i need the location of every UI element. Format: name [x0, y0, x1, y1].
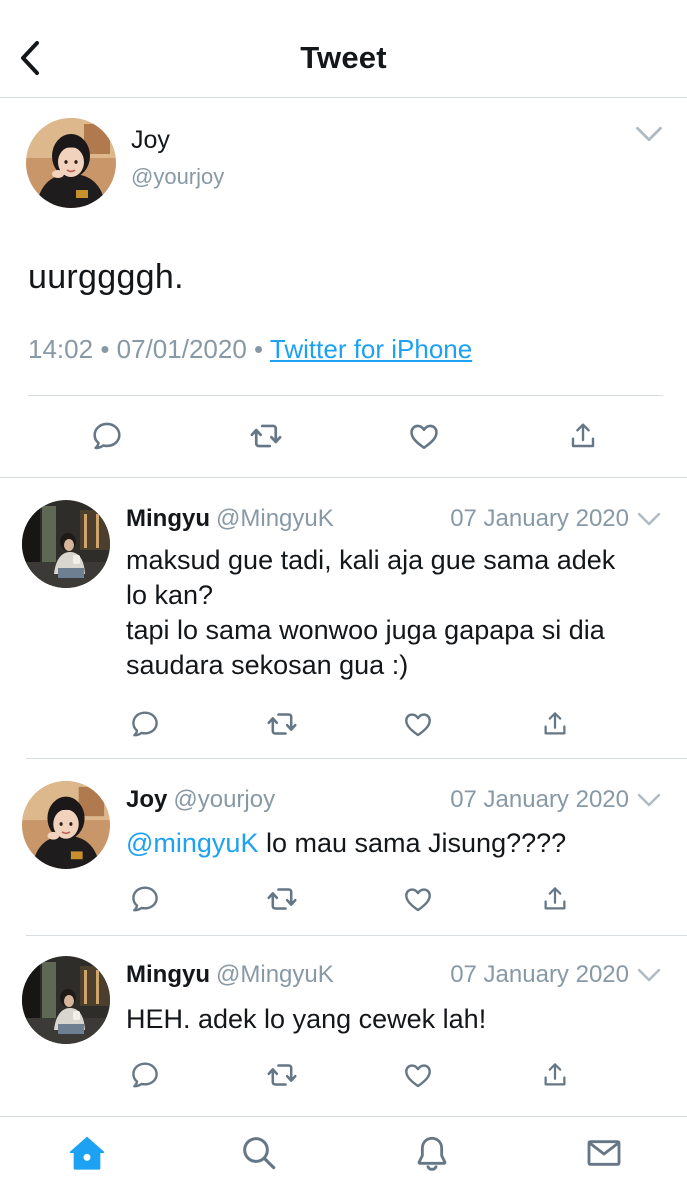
chevron-down-icon[interactable]	[636, 790, 662, 810]
top-bar: Tweet	[0, 0, 687, 98]
author-handle: @yourjoy	[131, 164, 225, 189]
author-handle: @yourjoy	[173, 786, 276, 813]
avatar[interactable]	[26, 118, 116, 208]
retweet-button[interactable]	[246, 416, 286, 456]
reply-header: Mingyu @MingyuK	[126, 961, 334, 989]
reply-button[interactable]	[87, 416, 127, 456]
avatar-photo	[22, 500, 110, 588]
share-icon	[540, 884, 570, 914]
reply-icon	[129, 708, 161, 740]
share-button[interactable]	[537, 706, 573, 742]
bottom-tab-bar	[0, 1116, 687, 1200]
heart-icon	[402, 883, 434, 915]
like-button[interactable]	[404, 416, 444, 456]
text-line: lo mau sama Jisung????	[258, 828, 567, 858]
main-tweet: Joy @yourjoy uurggggh. 14:02 • 07/01/202…	[0, 98, 687, 478]
retweet-button[interactable]	[264, 706, 300, 742]
reply-button[interactable]	[127, 881, 163, 917]
tweet-time: 14:02	[28, 334, 94, 364]
reply-header: Joy @yourjoy	[126, 786, 275, 814]
tweet-actions	[0, 416, 687, 456]
text-line: maksud gue tadi, kali aja gue sama adek	[126, 545, 616, 575]
avatar[interactable]	[22, 956, 110, 1044]
share-icon	[540, 709, 570, 739]
retweet-button[interactable]	[264, 1057, 300, 1093]
home-icon	[69, 1136, 105, 1170]
avatar-photo	[22, 781, 110, 869]
author-name[interactable]: Joy	[131, 126, 170, 155]
like-button[interactable]	[400, 706, 436, 742]
reply-text: @mingyuK lo mau sama Jisung????	[126, 826, 663, 861]
share-icon	[540, 1060, 570, 1090]
heart-icon	[402, 708, 434, 740]
text-line: tapi lo sama wonwoo juga gapapa si dia	[126, 615, 605, 645]
tweet-meta: 14:02 • 07/01/2020 • Twitter for iPhone	[28, 334, 472, 365]
meta-separator: •	[100, 334, 110, 364]
meta-separator: •	[254, 334, 264, 364]
share-button[interactable]	[537, 881, 573, 917]
reply-text: HEH. adek lo yang cewek lah!	[126, 1002, 663, 1037]
retweet-icon	[248, 418, 284, 454]
share-icon	[567, 420, 599, 452]
reply-icon	[129, 883, 161, 915]
reply-icon	[90, 419, 124, 453]
avatar-photo	[22, 956, 110, 1044]
like-button[interactable]	[400, 1057, 436, 1093]
tweet-text: uurggggh.	[28, 258, 184, 296]
text-line: HEH. adek lo yang cewek lah!	[126, 1004, 487, 1034]
chevron-down-icon[interactable]	[636, 965, 662, 985]
retweet-icon	[265, 707, 299, 741]
bell-icon	[417, 1136, 447, 1171]
author-name[interactable]: Joy	[126, 786, 167, 813]
reply-actions	[0, 881, 687, 917]
reply-tweet[interactable]: Mingyu @MingyuK 07 January 2020 maksud gu…	[0, 478, 687, 759]
tab-notifications[interactable]	[410, 1131, 454, 1175]
chevron-down-icon[interactable]	[634, 122, 664, 146]
reply-date: 07 January 2020	[450, 961, 629, 988]
retweet-icon	[265, 882, 299, 916]
author-name[interactable]: Mingyu	[126, 961, 210, 988]
retweet-button[interactable]	[264, 881, 300, 917]
avatar[interactable]	[22, 500, 110, 588]
tab-home[interactable]	[65, 1131, 109, 1175]
like-button[interactable]	[400, 881, 436, 917]
mention-link[interactable]: @mingyuK	[126, 828, 258, 858]
heart-icon	[407, 419, 441, 453]
mail-icon	[587, 1140, 621, 1166]
reply-actions	[0, 706, 687, 742]
author-handle: @MingyuK	[216, 961, 334, 988]
reply-button[interactable]	[127, 706, 163, 742]
reply-tweet[interactable]: Mingyu @MingyuK 07 January 2020 HEH. adek…	[0, 936, 687, 1116]
tweet-source-link[interactable]: Twitter for iPhone	[270, 334, 472, 364]
reply-icon	[129, 1059, 161, 1091]
tab-messages[interactable]	[582, 1131, 626, 1175]
reply-date: 07 January 2020	[450, 505, 629, 532]
share-button[interactable]	[537, 1057, 573, 1093]
author-handle: @MingyuK	[216, 505, 334, 532]
reply-text: maksud gue tadi, kali aja gue sama adek …	[126, 543, 663, 683]
chevron-down-icon[interactable]	[636, 509, 662, 529]
reply-date: 07 January 2020	[450, 786, 629, 813]
heart-icon	[402, 1059, 434, 1091]
reply-tweet[interactable]: Joy @yourjoy 07 January 2020 @mingyuK lo …	[0, 759, 687, 936]
tab-search[interactable]	[237, 1131, 281, 1175]
text-line: lo kan?	[126, 580, 214, 610]
avatar-photo	[26, 118, 116, 208]
reply-button[interactable]	[127, 1057, 163, 1093]
avatar[interactable]	[22, 781, 110, 869]
page-title: Tweet	[300, 40, 387, 75]
reply-actions	[0, 1057, 687, 1093]
divider	[28, 395, 663, 396]
share-button[interactable]	[563, 416, 603, 456]
tweet-date: 07/01/2020	[116, 334, 247, 364]
text-line: saudara sekosan gua :)	[126, 650, 409, 680]
search-icon	[243, 1137, 276, 1170]
author-name[interactable]: Mingyu	[126, 505, 210, 532]
reply-header: Mingyu @MingyuK	[126, 505, 334, 533]
retweet-icon	[265, 1058, 299, 1092]
